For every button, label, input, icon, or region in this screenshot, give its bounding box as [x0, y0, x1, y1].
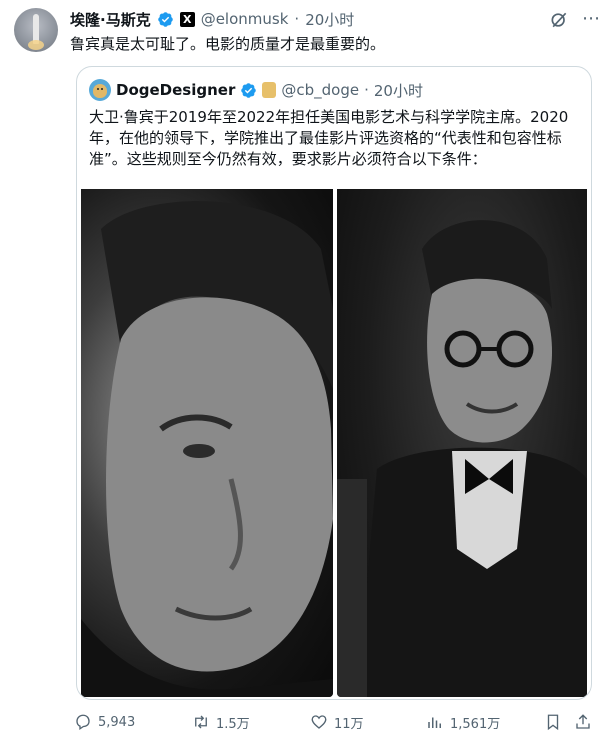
photo-left[interactable] — [81, 189, 333, 697]
portrait-left-illustration — [81, 201, 333, 697]
reply-button[interactable]: 5,943 — [74, 710, 135, 734]
quoted-time[interactable]: 20小时 — [374, 80, 423, 101]
views-icon — [428, 717, 441, 728]
portrait-right-illustration — [337, 220, 587, 697]
quoted-header: DogeDesigner @cb_doge · 20小时 — [89, 79, 423, 101]
quoted-text: 大卫·鲁宾于2019年至2022年担任美国电影艺术与科学学院主席。2020年，在… — [89, 108, 569, 168]
views-count: 1,561万 — [450, 716, 501, 732]
more-icon[interactable]: ⋯ — [582, 8, 601, 29]
repost-icon — [195, 715, 207, 729]
tweet-time[interactable]: 20小时 — [305, 9, 354, 30]
verified-icon — [241, 82, 257, 98]
separator-dot: · — [294, 10, 300, 28]
quoted-handle[interactable]: @cb_doge — [281, 81, 359, 99]
avatar-plume — [28, 40, 44, 50]
share-button[interactable] — [574, 710, 592, 734]
media-grid — [81, 189, 587, 697]
tweet-text: 鲁宾真是太可耻了。电影的质量才是最重要的。 — [70, 35, 386, 53]
photo-right[interactable] — [337, 189, 587, 697]
x-badge-icon: X — [179, 11, 195, 27]
tweet-header: 埃隆·马斯克 X @elonmusk · 20小时 — [70, 8, 599, 30]
reply-count: 5,943 — [98, 714, 136, 730]
quoted-tweet[interactable]: DogeDesigner @cb_doge · 20小时 大卫·鲁宾于2019年… — [76, 66, 592, 700]
bookmark-icon — [547, 714, 559, 731]
author-name[interactable]: 埃隆·马斯克 — [70, 9, 151, 30]
grok-icon[interactable] — [549, 10, 569, 30]
repost-count: 1.5万 — [216, 716, 250, 732]
verified-icon — [157, 11, 173, 27]
author-handle[interactable]: @elonmusk — [201, 10, 289, 28]
views-button[interactable]: 1,561万 — [426, 710, 500, 734]
reply-icon — [76, 714, 90, 731]
repost-button[interactable]: 1.5万 — [192, 710, 250, 734]
bookmark-button[interactable] — [544, 710, 562, 734]
separator-dot: · — [364, 81, 369, 99]
doge-emoji-icon — [262, 82, 277, 98]
author-avatar[interactable] — [14, 8, 58, 52]
like-icon — [311, 715, 327, 729]
share-icon — [576, 714, 590, 729]
action-bar: 5,943 1.5万 11万 1,561万 — [74, 710, 594, 734]
tweet: 埃隆·马斯克 X @elonmusk · 20小时 ⋯ 鲁宾真是太可耻了。电影的… — [0, 0, 613, 740]
like-count: 11万 — [334, 716, 364, 732]
doge-eye-right — [101, 88, 103, 90]
doge-eye-left — [97, 88, 99, 90]
doge-face — [93, 84, 107, 98]
quoted-name[interactable]: DogeDesigner — [116, 81, 235, 99]
quoted-avatar[interactable] — [89, 79, 111, 101]
like-button[interactable]: 11万 — [310, 710, 364, 734]
